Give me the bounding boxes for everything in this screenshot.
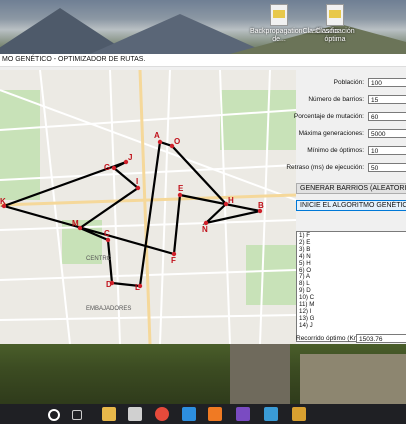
route-list-item[interactable]: 2) E xyxy=(299,239,405,247)
barrios-row: Número de barrios: 15 xyxy=(296,95,406,105)
control-panel: Población: 100 Número de barrios: 15 Por… xyxy=(286,70,406,344)
map-node-e xyxy=(177,192,183,198)
map-node-label: I xyxy=(136,177,138,186)
map-node-label: D xyxy=(106,280,112,289)
route-list-item[interactable]: 6) O xyxy=(299,267,405,275)
map-node-g xyxy=(111,165,117,171)
park-area xyxy=(220,90,296,150)
app-window: MO GENÉTICO - OPTIMIZADOR DE RUTAS. K G J A… xyxy=(0,54,406,344)
map-node-label: L xyxy=(135,283,140,292)
generaciones-label: Máxima generaciones: xyxy=(298,130,364,137)
map-node-label: E xyxy=(178,184,184,193)
desktop-icon-clasificacion[interactable]: Clasificación óptima xyxy=(306,4,364,44)
barrios-label: Número de barrios: xyxy=(308,96,364,103)
map-canvas: K G J A O E H B N F M C D L I CENTRO EMBAJADORES xyxy=(0,70,296,344)
map-node-label: N xyxy=(202,225,208,234)
start-search-icon[interactable] xyxy=(48,409,60,421)
route-list-item[interactable]: 9) D xyxy=(299,287,405,295)
poblacion-input[interactable]: 100 xyxy=(368,78,406,87)
map-node-label: M xyxy=(72,219,79,228)
street-label: EMBAJADORES xyxy=(86,306,131,312)
document-icon xyxy=(326,4,344,26)
xampp-icon[interactable] xyxy=(208,407,222,421)
generaciones-input[interactable]: 5000 xyxy=(368,129,406,138)
route-list-item[interactable]: 1) F xyxy=(299,232,405,240)
store-icon[interactable] xyxy=(128,407,142,421)
mutacion-input[interactable]: 60 xyxy=(368,112,406,121)
best-route-row: Recorrido óptimo (Km): 1503.76 xyxy=(296,334,406,344)
map-node-label: C xyxy=(104,229,110,238)
taskbar xyxy=(0,404,406,424)
map-node-c xyxy=(105,237,111,243)
map-node-label: A xyxy=(154,131,160,140)
castle-wall xyxy=(300,354,406,404)
barrios-input[interactable]: 15 xyxy=(368,95,406,104)
route-list-item[interactable]: 13) G xyxy=(299,315,405,323)
file-explorer-icon[interactable] xyxy=(102,407,116,421)
best-route-input[interactable]: 1503.76 xyxy=(356,334,406,343)
route-map: K G J A O E H B N F M C D L I CENTRO EMBAJADORES xyxy=(0,70,296,344)
route-list-item[interactable]: 3) B xyxy=(299,246,405,254)
terminal-icon[interactable] xyxy=(264,407,278,421)
mutacion-label: Porcentaje de mutación: xyxy=(293,113,364,120)
window-title: MO GENÉTICO - OPTIMIZADOR DE RUTAS. xyxy=(0,54,406,67)
route-line xyxy=(0,140,261,288)
park-area xyxy=(246,245,296,305)
map-node-label: G xyxy=(104,163,110,172)
vscode-icon[interactable] xyxy=(182,407,196,421)
map-node-label: O xyxy=(174,137,180,146)
route-list-item[interactable]: 14) J xyxy=(299,322,405,330)
map-node-label: J xyxy=(128,153,132,162)
map-node-label: F xyxy=(171,256,176,265)
map-node-a xyxy=(157,139,163,145)
route-list-item[interactable]: 11) M xyxy=(299,301,405,309)
retraso-label: Retraso (ms) de ejecución: xyxy=(286,164,364,171)
route-list[interactable]: 1) F 2) E 3) B 4) N 5) H 6) O 7) A 8) L 9) D 10) … xyxy=(296,231,406,342)
map-node-label: K xyxy=(0,197,6,206)
generaciones-row: Máxima generaciones: 5000 xyxy=(296,129,406,139)
route-list-item[interactable]: 12) I xyxy=(299,308,405,316)
poblacion-label: Población: xyxy=(333,79,364,86)
route-list-item[interactable]: 10) C xyxy=(299,294,405,302)
task-view-icon[interactable] xyxy=(72,410,82,420)
desktop-icon-backpropagation[interactable]: BackpropagationClasificador de... xyxy=(250,4,339,44)
optimos-label: Mínimo de óptimos: xyxy=(307,147,364,154)
street-label: CENTRO xyxy=(86,256,112,262)
app-icon[interactable] xyxy=(292,407,306,421)
start-algorithm-button[interactable]: INICIE EL ALGORITMO GENÉTICO xyxy=(296,200,406,211)
route-list-item[interactable]: 5) H xyxy=(299,260,405,268)
optimos-input[interactable]: 10 xyxy=(368,146,406,155)
retraso-row: Retraso (ms) de ejecución: 50 xyxy=(286,163,406,173)
map-node-i xyxy=(135,185,141,191)
visual-studio-icon[interactable] xyxy=(236,407,250,421)
best-route-label: Recorrido óptimo (Km): xyxy=(296,335,364,342)
document-icon xyxy=(270,4,288,26)
generate-barrios-button[interactable]: GENERAR BARRIOS (ALEATORIOS) xyxy=(296,183,406,194)
map-node-label: H xyxy=(228,196,234,205)
castle-tower xyxy=(230,344,290,404)
retraso-input[interactable]: 50 xyxy=(368,163,406,172)
map-node-label: B xyxy=(258,201,264,210)
optimos-row: Mínimo de óptimos: 10 xyxy=(296,146,406,156)
desktop-wallpaper-top: BackpropagationClasificador de... Clasif… xyxy=(0,0,406,54)
route-list-item[interactable]: 4) N xyxy=(299,253,405,261)
desktop-wallpaper-bottom xyxy=(0,344,406,404)
park-area xyxy=(0,90,40,200)
route-list-item[interactable]: 7) A xyxy=(299,274,405,281)
route-path xyxy=(0,140,261,288)
chrome-icon[interactable] xyxy=(155,407,169,421)
mutacion-row: Porcentaje de mutación: 60 xyxy=(293,112,406,122)
poblacion-row: Población: 100 xyxy=(296,78,406,88)
route-list-item[interactable]: 8) L xyxy=(299,280,405,288)
